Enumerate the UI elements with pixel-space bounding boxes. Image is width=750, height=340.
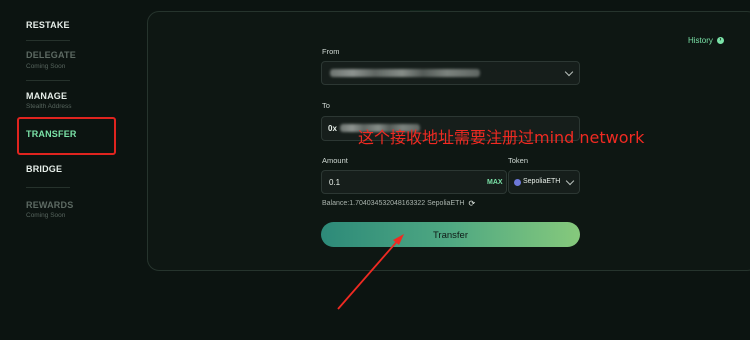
amount-value: 0.1: [329, 178, 341, 187]
refresh-icon[interactable]: ⟳: [468, 199, 475, 208]
token-label: Token: [508, 156, 529, 165]
to-label: To: [322, 101, 330, 110]
arrow-right-icon: ›: [716, 37, 724, 44]
sidebar-item-rewards-sub: Coming Soon: [26, 212, 66, 219]
divider: [26, 80, 70, 81]
annotation-text: 这个接收地址需要注册过mind network: [358, 128, 645, 147]
from-label: From: [322, 47, 340, 56]
max-button[interactable]: MAX: [487, 179, 503, 186]
sidebar-item-restake[interactable]: RESTAKE: [26, 20, 70, 30]
sidebar-item-manage-sub: Stealth Address: [26, 103, 72, 110]
amount-input[interactable]: [321, 170, 507, 194]
transfer-button[interactable]: Transfer: [321, 222, 580, 247]
sidebar-item-rewards: REWARDS: [26, 200, 74, 210]
sidebar-item-bridge[interactable]: BRIDGE: [26, 164, 62, 174]
divider: [26, 40, 70, 41]
balance-row: Balance:1.704034532048163322 SepoliaETH …: [322, 199, 475, 208]
highlight-box: [17, 117, 116, 155]
to-address-prefix: 0x: [328, 124, 337, 133]
eth-token-icon: [514, 179, 521, 186]
balance-text: Balance:1.704034532048163322 SepoliaETH: [322, 200, 465, 207]
sidebar: RESTAKE DELEGATE Coming Soon MANAGE Stea…: [0, 0, 140, 340]
divider: [26, 187, 70, 188]
history-label: History: [688, 36, 713, 45]
amount-label: Amount: [322, 156, 348, 165]
sidebar-item-manage[interactable]: MANAGE: [26, 91, 67, 101]
history-link[interactable]: History ›: [688, 36, 724, 45]
redacted-address: [330, 69, 480, 77]
sidebar-item-delegate-sub: Coming Soon: [26, 63, 66, 70]
token-value: SepoliaETH: [523, 178, 561, 185]
sidebar-item-delegate: DELEGATE: [26, 50, 76, 60]
